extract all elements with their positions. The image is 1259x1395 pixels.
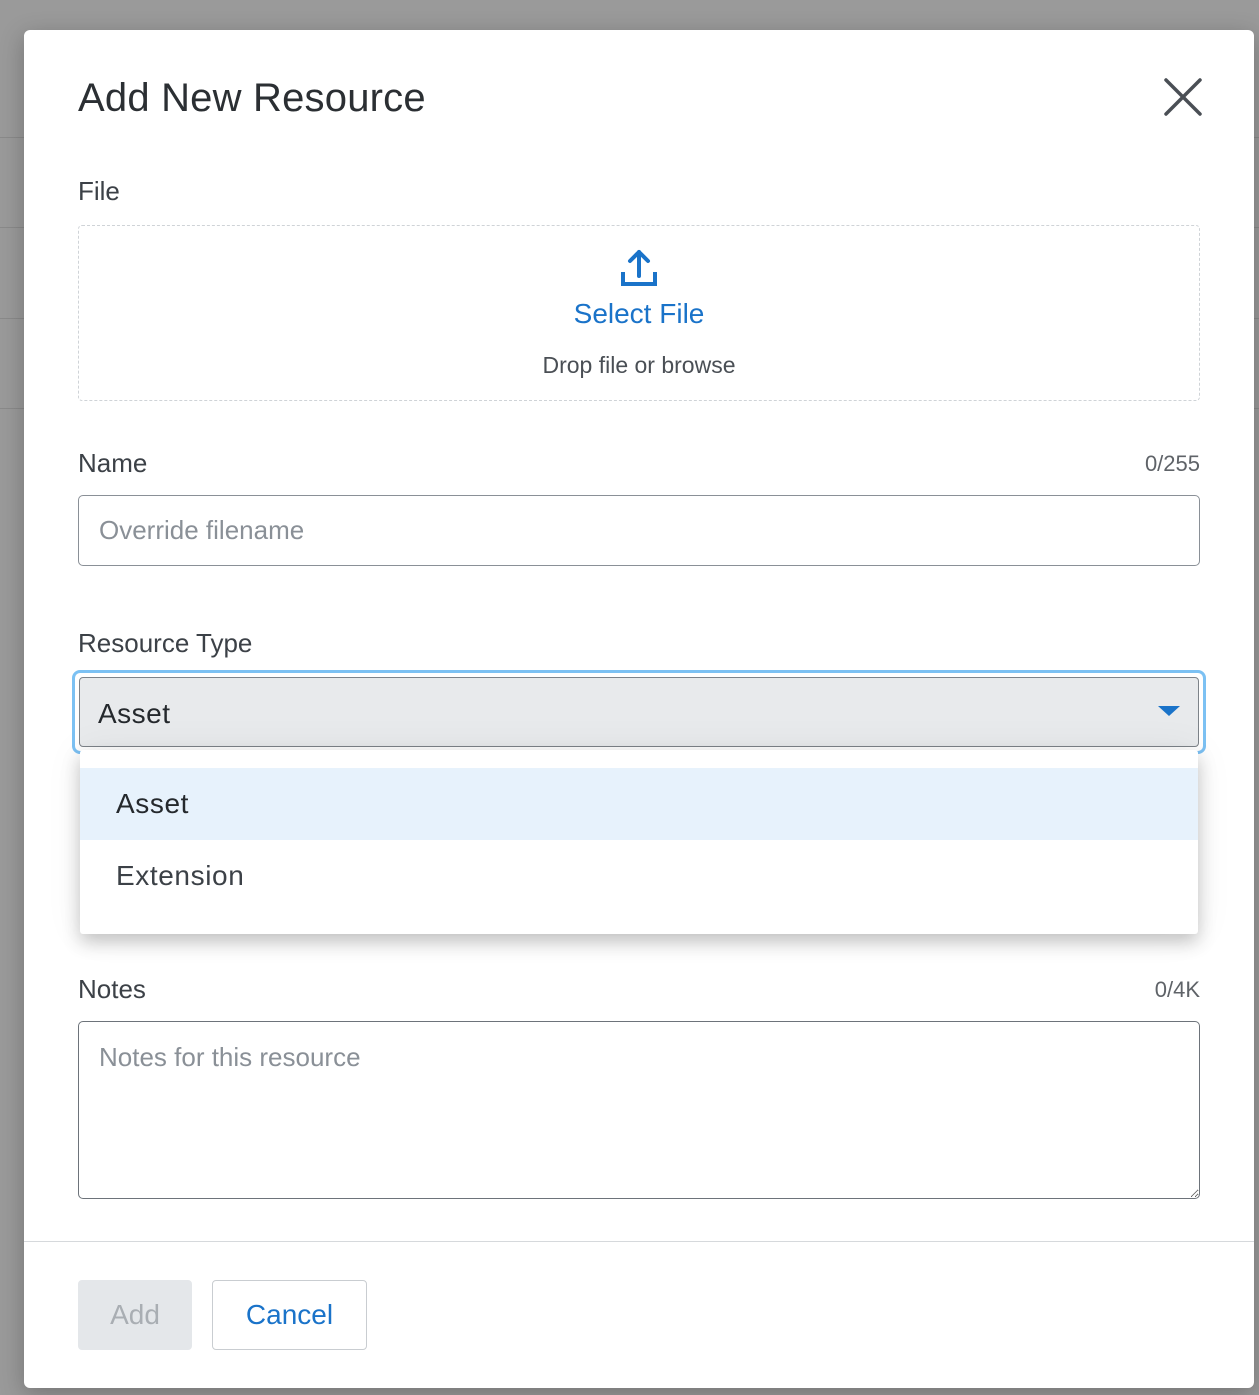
- add-resource-dialog: Add New Resource File Select File Drop f…: [24, 30, 1254, 1388]
- dropdown-option-extension[interactable]: Extension: [80, 840, 1198, 912]
- resource-type-selected-value: Asset: [98, 698, 171, 729]
- chevron-down-icon: [1158, 706, 1180, 716]
- dialog-title: Add New Resource: [78, 76, 426, 120]
- resource-type-label: Resource Type: [78, 628, 253, 658]
- name-input[interactable]: [78, 495, 1200, 566]
- dropzone-hint: Drop file or browse: [542, 352, 736, 378]
- footer-divider: [24, 1241, 1254, 1242]
- resource-type-focus-ring: Asset: [72, 670, 1206, 754]
- close-button[interactable]: [1158, 72, 1208, 122]
- file-dropzone[interactable]: Select File Drop file or browse: [78, 225, 1200, 401]
- upload-icon: [621, 250, 657, 286]
- notes-label: Notes: [78, 974, 146, 1004]
- select-file-link[interactable]: Select File: [79, 298, 1199, 330]
- dropdown-option-asset[interactable]: Asset: [80, 768, 1198, 840]
- cancel-button[interactable]: Cancel: [212, 1280, 367, 1350]
- notes-char-counter: 0/4K: [1154, 977, 1200, 1002]
- name-char-counter: 0/255: [1144, 451, 1200, 476]
- resource-type-dropdown-menu: Asset Extension: [80, 750, 1198, 934]
- notes-textarea[interactable]: [78, 1021, 1200, 1199]
- name-label: Name: [78, 448, 148, 478]
- close-icon: [1164, 78, 1202, 116]
- file-label: File: [78, 176, 120, 206]
- resource-type-select[interactable]: Asset: [79, 677, 1199, 747]
- add-button[interactable]: Add: [78, 1280, 192, 1350]
